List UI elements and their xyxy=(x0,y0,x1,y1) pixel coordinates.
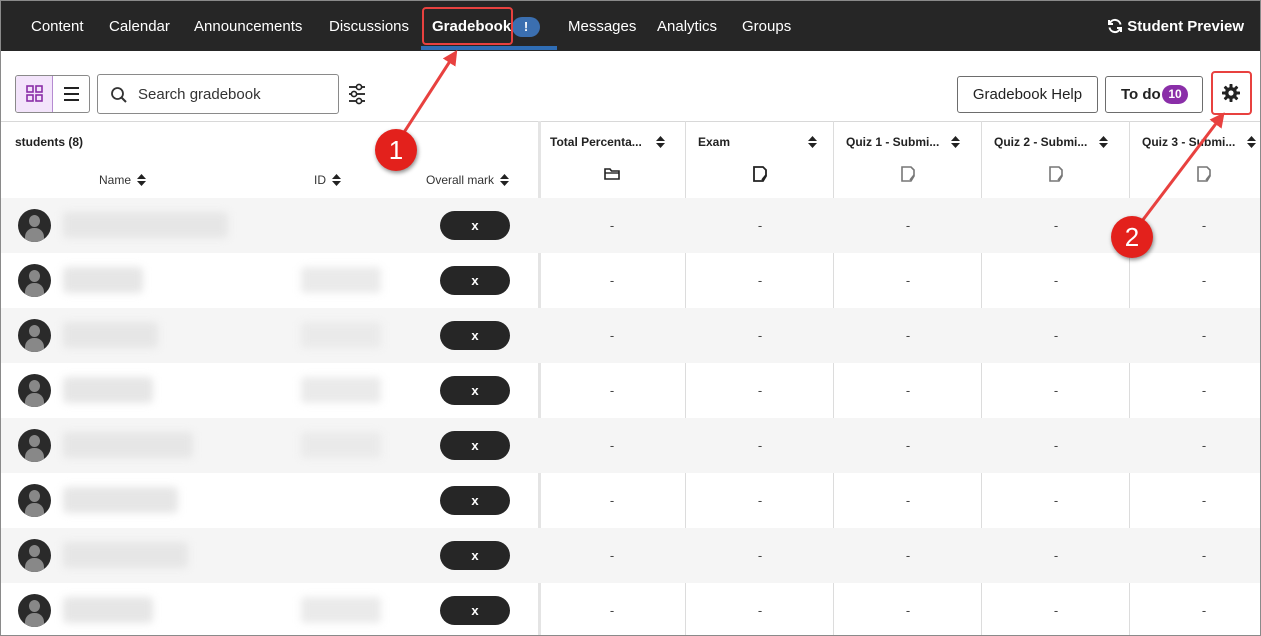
callout-step-1: 1 xyxy=(375,129,417,171)
gradebook-window: Content Calendar Announcements Discussio… xyxy=(0,0,1261,636)
arrow-to-gradebook xyxy=(399,49,458,138)
arrow-to-settings xyxy=(1137,112,1225,226)
callout-step-2: 2 xyxy=(1111,216,1153,258)
annotation-arrows xyxy=(399,49,1225,226)
